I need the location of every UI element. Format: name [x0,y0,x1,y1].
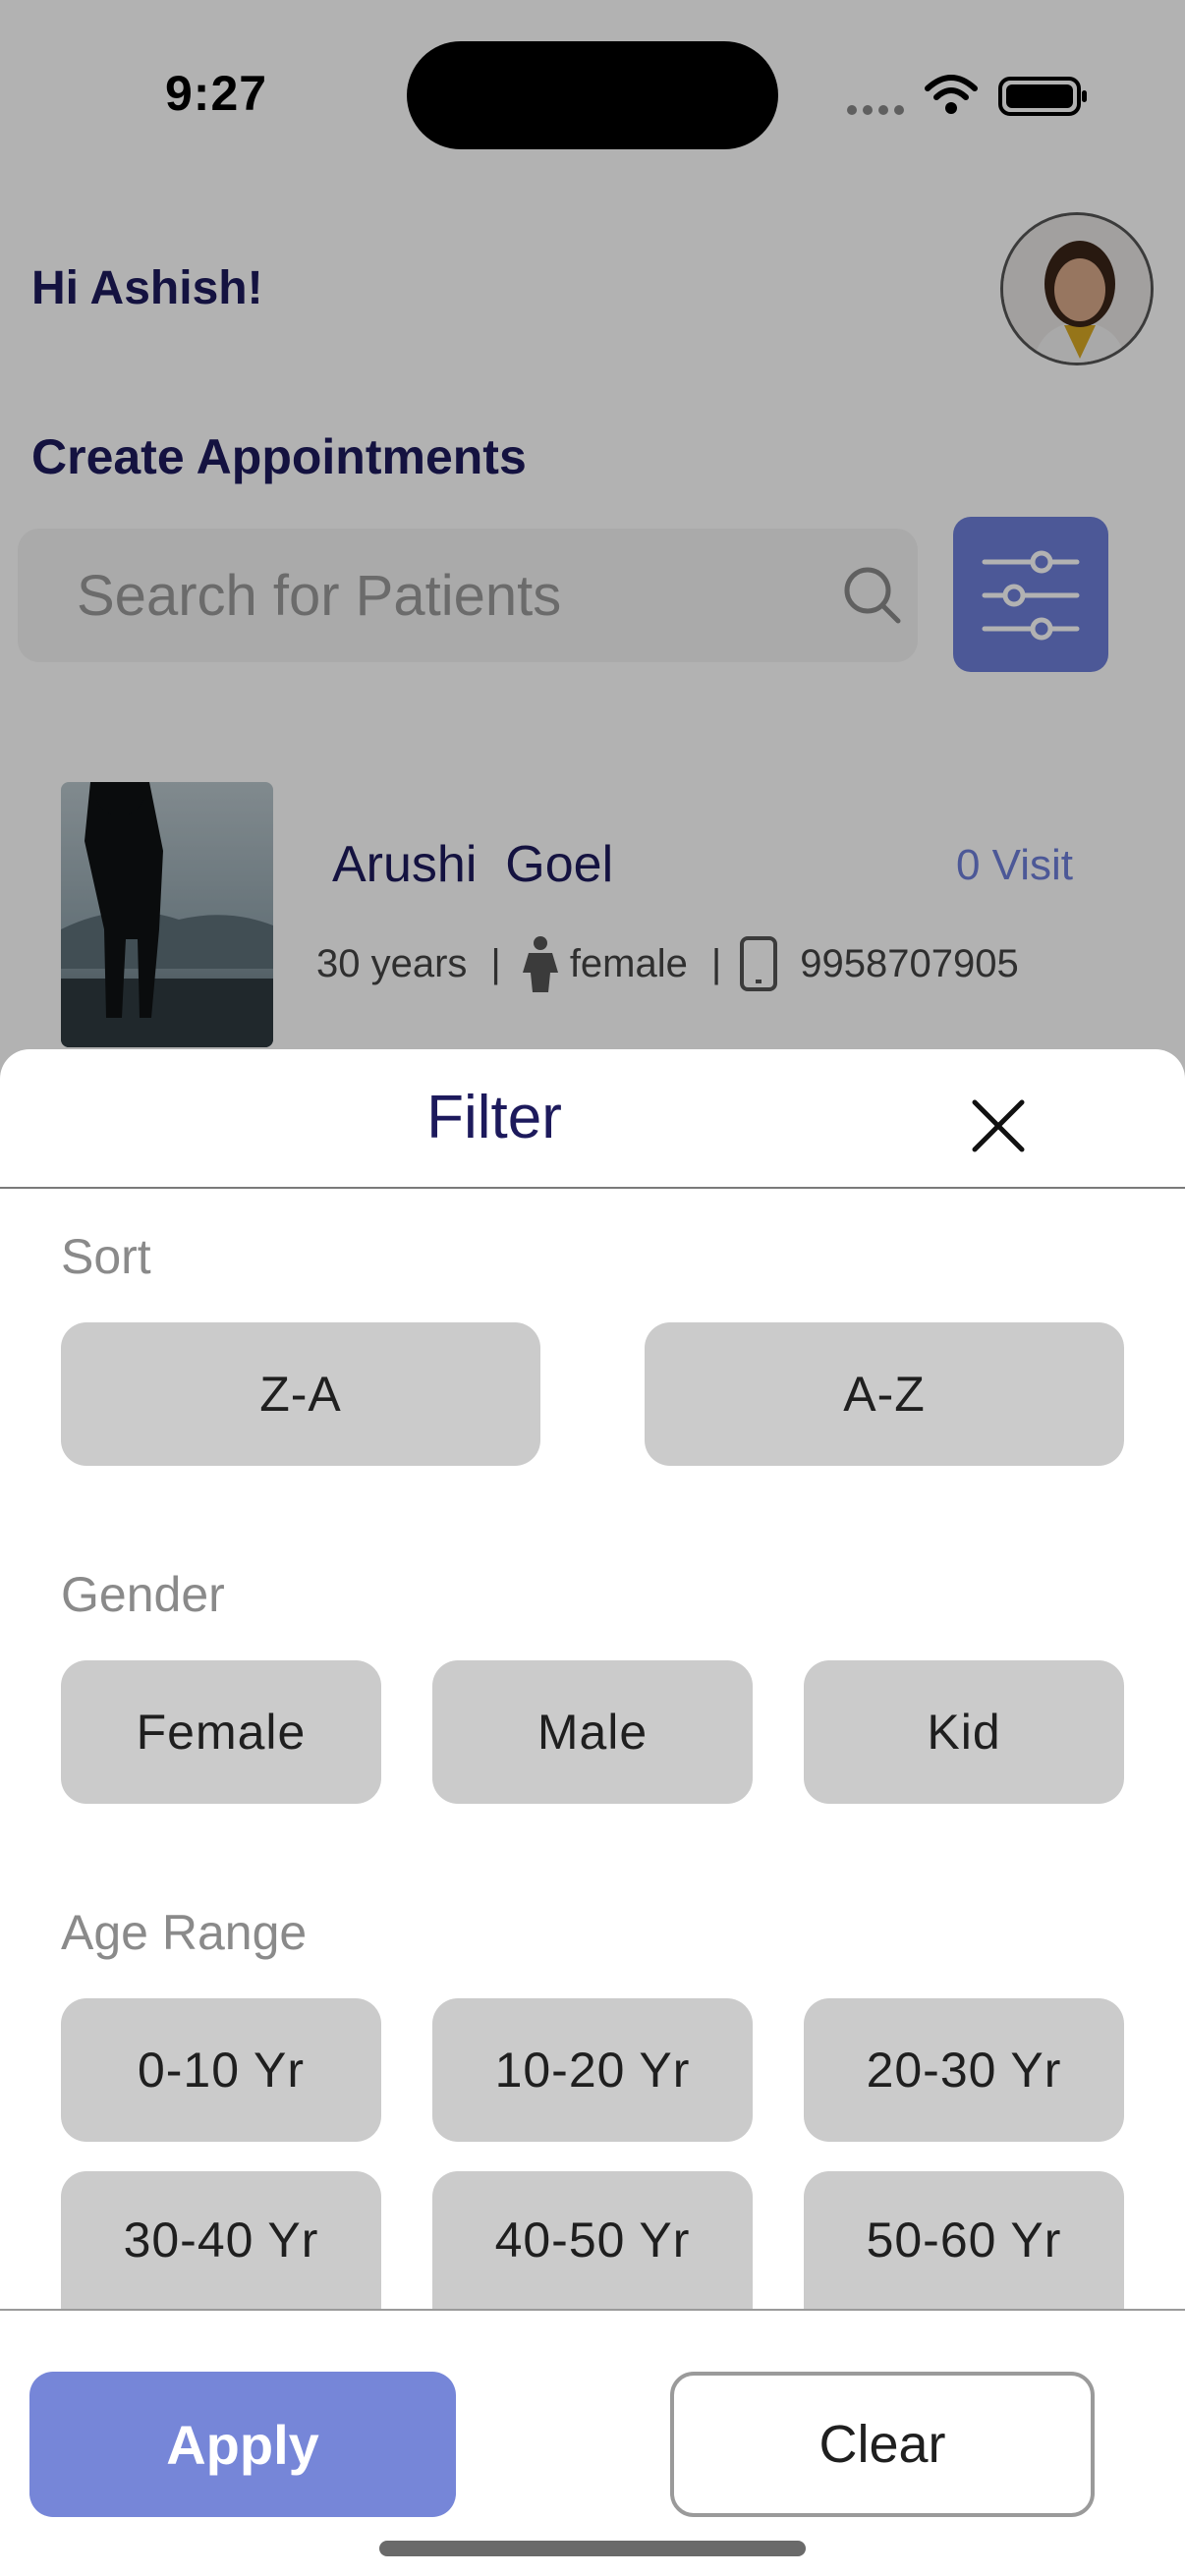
filter-sheet-title: Filter [426,1084,562,1151]
home-indicator [379,2541,806,2556]
age-range-label: Age Range [61,1905,308,1960]
gender-option-kid[interactable]: Kid [804,1660,1124,1804]
sort-option-a-z[interactable]: A-Z [645,1322,1124,1466]
sort-option-z-a[interactable]: Z-A [61,1322,540,1466]
age-option-0-10[interactable]: 0-10 Yr [61,1998,381,2142]
sort-label: Sort [61,1229,151,1284]
apply-button[interactable]: Apply [29,2372,456,2517]
gender-option-female[interactable]: Female [61,1660,381,1804]
footer-divider [0,2309,1185,2311]
gender-option-male[interactable]: Male [432,1660,753,1804]
gender-label: Gender [61,1567,225,1622]
sheet-divider [0,1187,1185,1189]
close-icon[interactable] [963,1091,1034,1161]
age-option-30-40[interactable]: 30-40 Yr [61,2171,381,2309]
age-option-40-50[interactable]: 40-50 Yr [432,2171,753,2309]
age-option-20-30[interactable]: 20-30 Yr [804,1998,1124,2142]
age-option-50-60[interactable]: 50-60 Yr [804,2171,1124,2309]
clear-button[interactable]: Clear [670,2372,1095,2517]
app-screen: 9:27 Hi Ashish! Create Appointments Sear… [0,0,1185,2576]
filter-sheet: Filter Sort Z-A A-Z Gender Female Male K… [0,1049,1185,2576]
age-option-10-20[interactable]: 10-20 Yr [432,1998,753,2142]
